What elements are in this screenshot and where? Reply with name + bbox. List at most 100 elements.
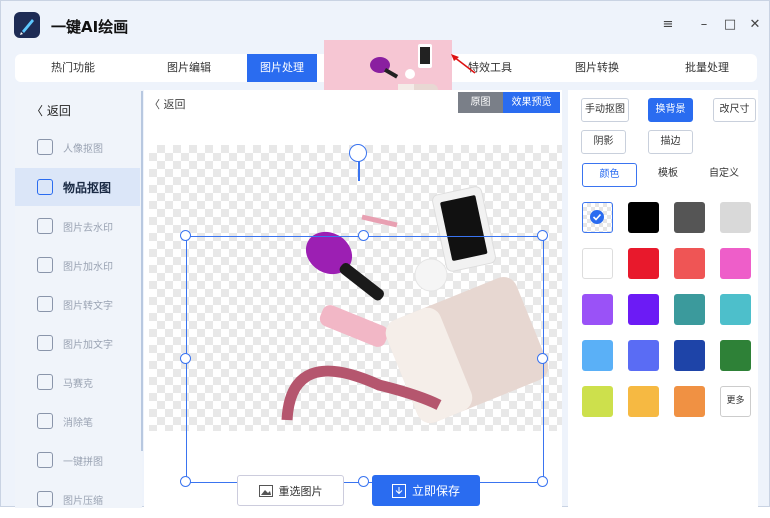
app-window: 一键AI绘画 ≡ – □ ✕ 热门功能 图片编辑 图片处理 特效工具 图片转换 … [0,0,770,508]
color-swatch[interactable] [720,294,751,325]
back-icon: 〈 [31,104,47,118]
resize-handle[interactable] [537,476,548,487]
sidebar-item-add-watermark[interactable]: 图片加水印 [15,246,140,284]
color-swatch[interactable] [628,248,659,279]
sidebar-item-label: 图片压缩 [63,495,103,507]
sidebar-item-portrait-cutout[interactable]: 人像抠图 [15,128,140,166]
add-text-icon [37,335,53,351]
resize-handle[interactable] [180,476,191,487]
stroke-button[interactable]: 描边 [648,130,693,154]
mosaic-icon [37,374,53,390]
sidebar-scrollbar[interactable] [141,91,143,451]
tab-image-edit[interactable]: 图片编辑 [131,54,247,82]
tab-batch-process[interactable]: 批量处理 [667,54,747,82]
more-colors-button[interactable]: 更多 [720,386,751,417]
sidebar-item-image-to-text[interactable]: 图片转文字 [15,285,140,323]
color-swatch[interactable] [582,202,613,233]
sidebar-item-label: 一键拼图 [63,456,103,468]
resize-handle[interactable] [358,476,369,487]
resize-button[interactable]: 改尺寸 [713,98,756,122]
sidebar-item-label: 物品抠图 [63,180,112,195]
sidebar-item-label: 人像抠图 [63,143,103,155]
sidebar-item-mosaic[interactable]: 马赛克 [15,363,140,401]
sidebar-item-label: 马赛克 [63,378,93,390]
main-back-button[interactable]: 〈 返回 [149,96,186,112]
reselect-image-button[interactable]: 重选图片 [237,475,344,506]
compress-icon [37,491,53,507]
download-icon [391,483,406,498]
back-icon: 〈 [149,98,164,111]
color-swatch[interactable] [582,340,613,371]
resize-handle[interactable] [358,230,369,241]
color-swatch[interactable] [720,248,751,279]
minimize-icon[interactable]: – [696,17,712,32]
watermark-remove-icon [37,218,53,234]
ocr-icon [37,296,53,312]
sidebar-back-label: 返回 [46,104,71,118]
rotate-handle-line [358,161,360,181]
tab-custom[interactable]: 自定义 [704,163,744,187]
app-title: 一键AI绘画 [51,18,129,36]
app-logo-icon [14,12,40,38]
resize-handle[interactable] [180,230,191,241]
sidebar-item-label: 图片加水印 [63,261,113,273]
image-canvas[interactable] [149,145,562,487]
maximize-icon[interactable]: □ [722,17,738,32]
close-icon[interactable]: ✕ [747,17,763,32]
sidebar-item-remove-watermark[interactable]: 图片去水印 [15,207,140,245]
save-now-button[interactable]: 立即保存 [372,475,480,506]
color-swatch[interactable] [628,340,659,371]
shadow-button[interactable]: 阴影 [581,130,626,154]
tab-template[interactable]: 模板 [648,163,688,187]
resize-handle[interactable] [537,230,548,241]
color-swatch[interactable] [628,294,659,325]
selection-box[interactable] [186,236,544,483]
color-swatch[interactable] [582,248,613,279]
color-swatch[interactable] [674,248,705,279]
reselect-label: 重选图片 [278,484,323,498]
menu-icon[interactable]: ≡ [660,17,676,32]
color-swatch[interactable] [674,386,705,417]
sidebar-back-button[interactable]: 〈 返回 [31,102,71,119]
manual-cutout-button[interactable]: 手动抠图 [581,98,629,122]
color-swatch[interactable] [628,386,659,417]
original-button[interactable]: 原图 [458,92,503,113]
sidebar-item-add-text[interactable]: 图片加文字 [15,324,140,362]
settings-panel: 手动抠图 换背景 改尺寸 阴影 描边 颜色 模板 自定义 更多 [568,90,758,508]
eraser-icon [37,413,53,429]
rotate-handle[interactable] [349,144,367,162]
change-background-button[interactable]: 换背景 [648,98,693,122]
sidebar-item-collage[interactable]: 一键拼图 [15,441,140,479]
color-swatch[interactable] [674,294,705,325]
color-swatch[interactable] [720,340,751,371]
resize-handle[interactable] [180,353,191,364]
sidebar-item-label: 图片加文字 [63,339,113,351]
portrait-icon [37,139,53,155]
sidebar-item-object-cutout[interactable]: 物品抠图 [15,168,140,206]
tab-color[interactable]: 颜色 [582,163,637,187]
save-label: 立即保存 [411,484,460,498]
color-swatch[interactable] [582,294,613,325]
sidebar: 〈 返回 人像抠图 物品抠图 图片去水印 图片加水印 图片转文字 图片加文字 马… [15,90,142,508]
color-swatch[interactable] [628,202,659,233]
tab-image-convert[interactable]: 图片转换 [557,54,637,82]
main-back-label: 返回 [163,98,186,111]
sidebar-item-label: 图片转文字 [63,300,113,312]
arrow-indicator-icon [451,54,476,74]
color-swatch[interactable] [674,202,705,233]
color-swatch[interactable] [674,340,705,371]
tab-image-process[interactable]: 图片处理 [247,54,317,82]
object-icon [37,179,53,195]
resize-handle[interactable] [537,353,548,364]
sidebar-item-label: 图片去水印 [63,222,113,234]
sidebar-item-eraser[interactable]: 消除笔 [15,402,140,440]
color-swatch[interactable] [582,386,613,417]
main-workspace: 〈 返回 原图 效果预览 重选图片 立即保存 [144,90,562,508]
color-swatch[interactable] [720,202,751,233]
sidebar-item-compress[interactable]: 图片压缩 [15,480,140,518]
collage-icon [37,452,53,468]
effect-preview-button[interactable]: 效果预览 [503,92,560,113]
watermark-add-icon [37,257,53,273]
image-icon [258,484,273,497]
tab-hot-features[interactable]: 热门功能 [15,54,131,82]
